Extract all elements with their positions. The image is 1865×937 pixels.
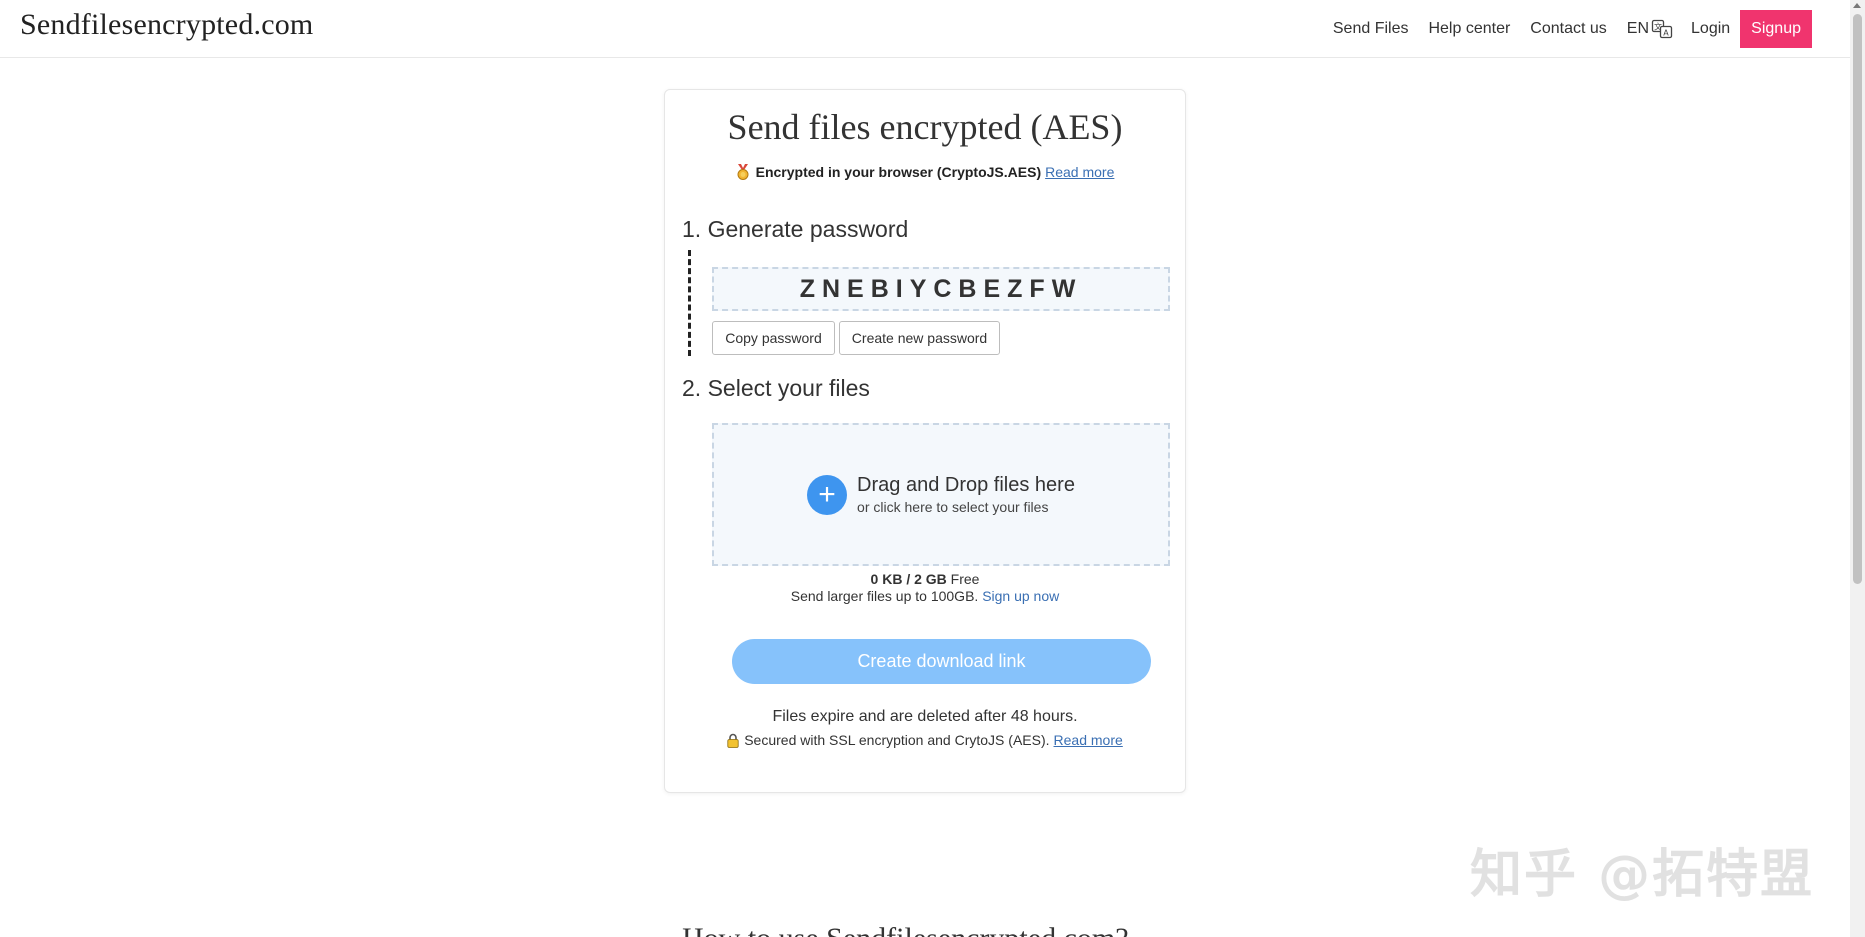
step-connector-line [688, 250, 691, 356]
create-download-link-button[interactable]: Create download link [732, 639, 1151, 684]
top-header: Sendfilesencrypted.com Send Files Help c… [0, 0, 1850, 58]
lock-icon [727, 733, 739, 748]
file-drop-zone[interactable]: + Drag and Drop files here or click here… [712, 423, 1170, 566]
signup-button[interactable]: Signup [1740, 10, 1812, 48]
step-generate-password-title: 1. Generate password [682, 216, 909, 242]
encryption-note: Encrypted in your browser (CryptoJS.AES)… [665, 164, 1185, 180]
drop-zone-text: Drag and Drop files here or click here t… [857, 474, 1075, 515]
read-more-link[interactable]: Read more [1045, 164, 1114, 180]
security-note: Secured with SSL encryption and CrytoJS … [665, 732, 1185, 748]
upload-card: Send files encrypted (AES) Encrypted in … [664, 89, 1186, 793]
language-label: EN [1626, 20, 1650, 37]
translate-icon: 文 A [1651, 18, 1673, 40]
expiry-note: Files expire and are deleted after 48 ho… [772, 708, 1078, 725]
create-new-password-button[interactable]: Create new password [839, 321, 1000, 355]
nav-contact-us[interactable]: Contact us [1530, 20, 1606, 38]
nav-login[interactable]: Login [1691, 20, 1730, 38]
site-logo[interactable]: Sendfilesencrypted.com [20, 8, 313, 42]
password-display[interactable]: ZNEBIYCBEZFW [712, 267, 1170, 311]
quota-used: 0 KB / 2 GB [870, 571, 947, 587]
svg-text:A: A [1663, 29, 1669, 38]
plus-icon[interactable]: + [807, 474, 848, 515]
sign-up-now-link[interactable]: Sign up now [982, 588, 1059, 604]
larger-files-text: Send larger files up to 100GB. [790, 588, 979, 604]
drop-sub-text: or click here to select your files [857, 499, 1049, 515]
quota-free-label: Free [950, 571, 980, 587]
watermark-text: 知乎 @拓特盟 [1470, 845, 1815, 905]
step-select-files-title: 2. Select your files [682, 375, 870, 401]
how-to-heading: How to use Sendfilesencrypted.com? [682, 922, 1129, 937]
language-selector[interactable]: EN 文 A [1627, 18, 1673, 40]
copy-password-button[interactable]: Copy password [712, 321, 835, 355]
nav-help-center[interactable]: Help center [1428, 20, 1510, 38]
encryption-text: Encrypted in your browser (CryptoJS.AES) [755, 164, 1042, 180]
main-nav: Send Files Help center Contact us EN 文 A… [1313, 0, 1812, 58]
page-scrollbar[interactable] [1850, 0, 1865, 937]
scroll-up-arrow-icon[interactable] [1853, 3, 1861, 8]
drop-main-text: Drag and Drop files here [857, 474, 1075, 496]
medal-icon [736, 164, 750, 180]
nav-send-files[interactable]: Send Files [1333, 20, 1409, 38]
security-read-more-link[interactable]: Read more [1054, 732, 1123, 748]
larger-files-note: Send larger files up to 100GB. Sign up n… [665, 588, 1185, 604]
security-text: Secured with SSL encryption and CrytoJS … [744, 732, 1050, 748]
storage-quota: 0 KB / 2 GB Free [665, 571, 1185, 587]
page-title: Send files encrypted (AES) [727, 107, 1123, 147]
scroll-thumb[interactable] [1853, 14, 1862, 584]
